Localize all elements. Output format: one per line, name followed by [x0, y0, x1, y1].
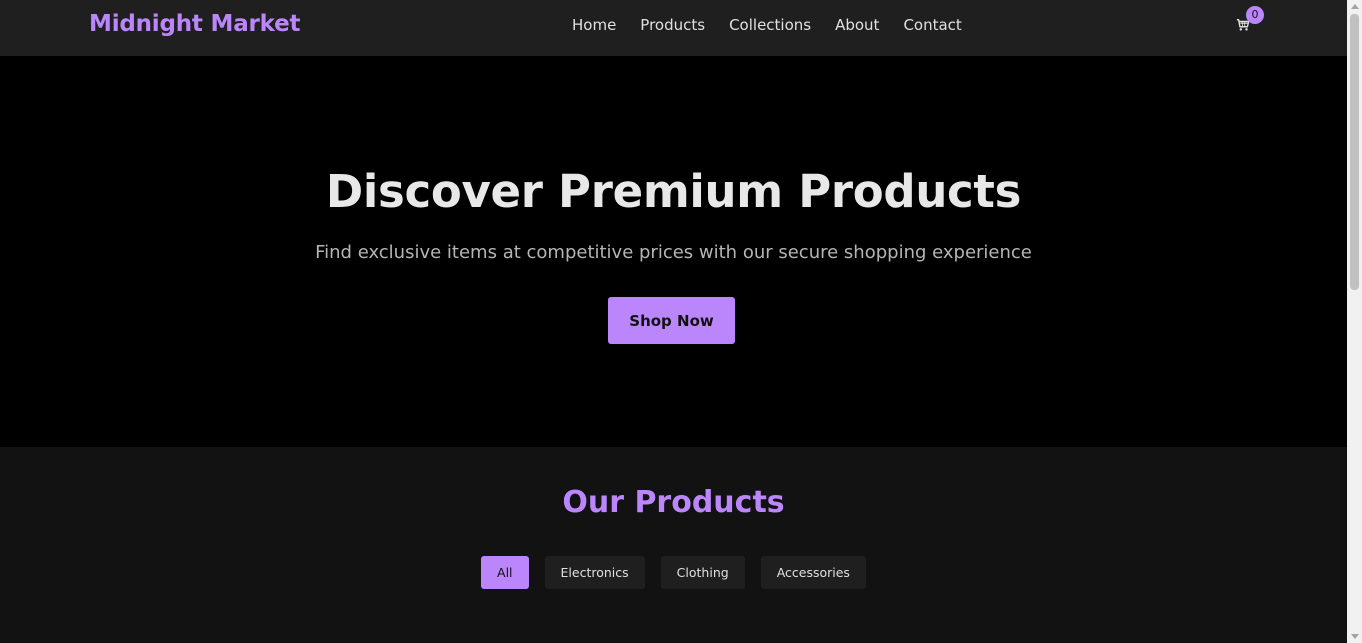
filter-accessories-button[interactable]: Accessories [760, 556, 866, 589]
cart-button[interactable]: 0 [1236, 6, 1264, 33]
nav-link-products[interactable]: Products [640, 16, 705, 34]
site-logo[interactable]: Midnight Market [89, 11, 301, 37]
filter-all-button[interactable]: All [481, 556, 529, 589]
hero-title: Discover Premium Products [325, 165, 1022, 218]
cart-count-badge: 0 [1246, 6, 1264, 24]
category-filters: All Electronics Clothing Accessories [0, 556, 1347, 589]
vertical-scrollbar[interactable] [1347, 0, 1362, 643]
filter-electronics-button[interactable]: Electronics [544, 556, 645, 589]
hero-section: Discover Premium Products Find exclusive… [0, 56, 1347, 447]
top-navbar: Midnight Market Home Products Collection… [0, 0, 1347, 56]
shop-now-button[interactable]: Shop Now [608, 297, 735, 344]
scroll-up-arrow-icon[interactable] [1351, 4, 1359, 9]
filter-clothing-button[interactable]: Clothing [660, 556, 745, 589]
page: Midnight Market Home Products Collection… [0, 0, 1347, 643]
hero-subtitle: Find exclusive items at competitive pric… [315, 242, 1032, 263]
nav-link-contact[interactable]: Contact [903, 16, 961, 34]
section-title: Our Products [562, 485, 785, 520]
nav-link-collections[interactable]: Collections [729, 16, 811, 34]
nav-link-about[interactable]: About [835, 16, 879, 34]
products-section: Our Products All Electronics Clothing Ac… [0, 447, 1347, 643]
main-nav: Home Products Collections About Contact [572, 16, 962, 34]
scroll-thumb[interactable] [1350, 14, 1359, 290]
nav-link-home[interactable]: Home [572, 16, 616, 34]
scroll-down-arrow-icon[interactable] [1351, 634, 1359, 639]
